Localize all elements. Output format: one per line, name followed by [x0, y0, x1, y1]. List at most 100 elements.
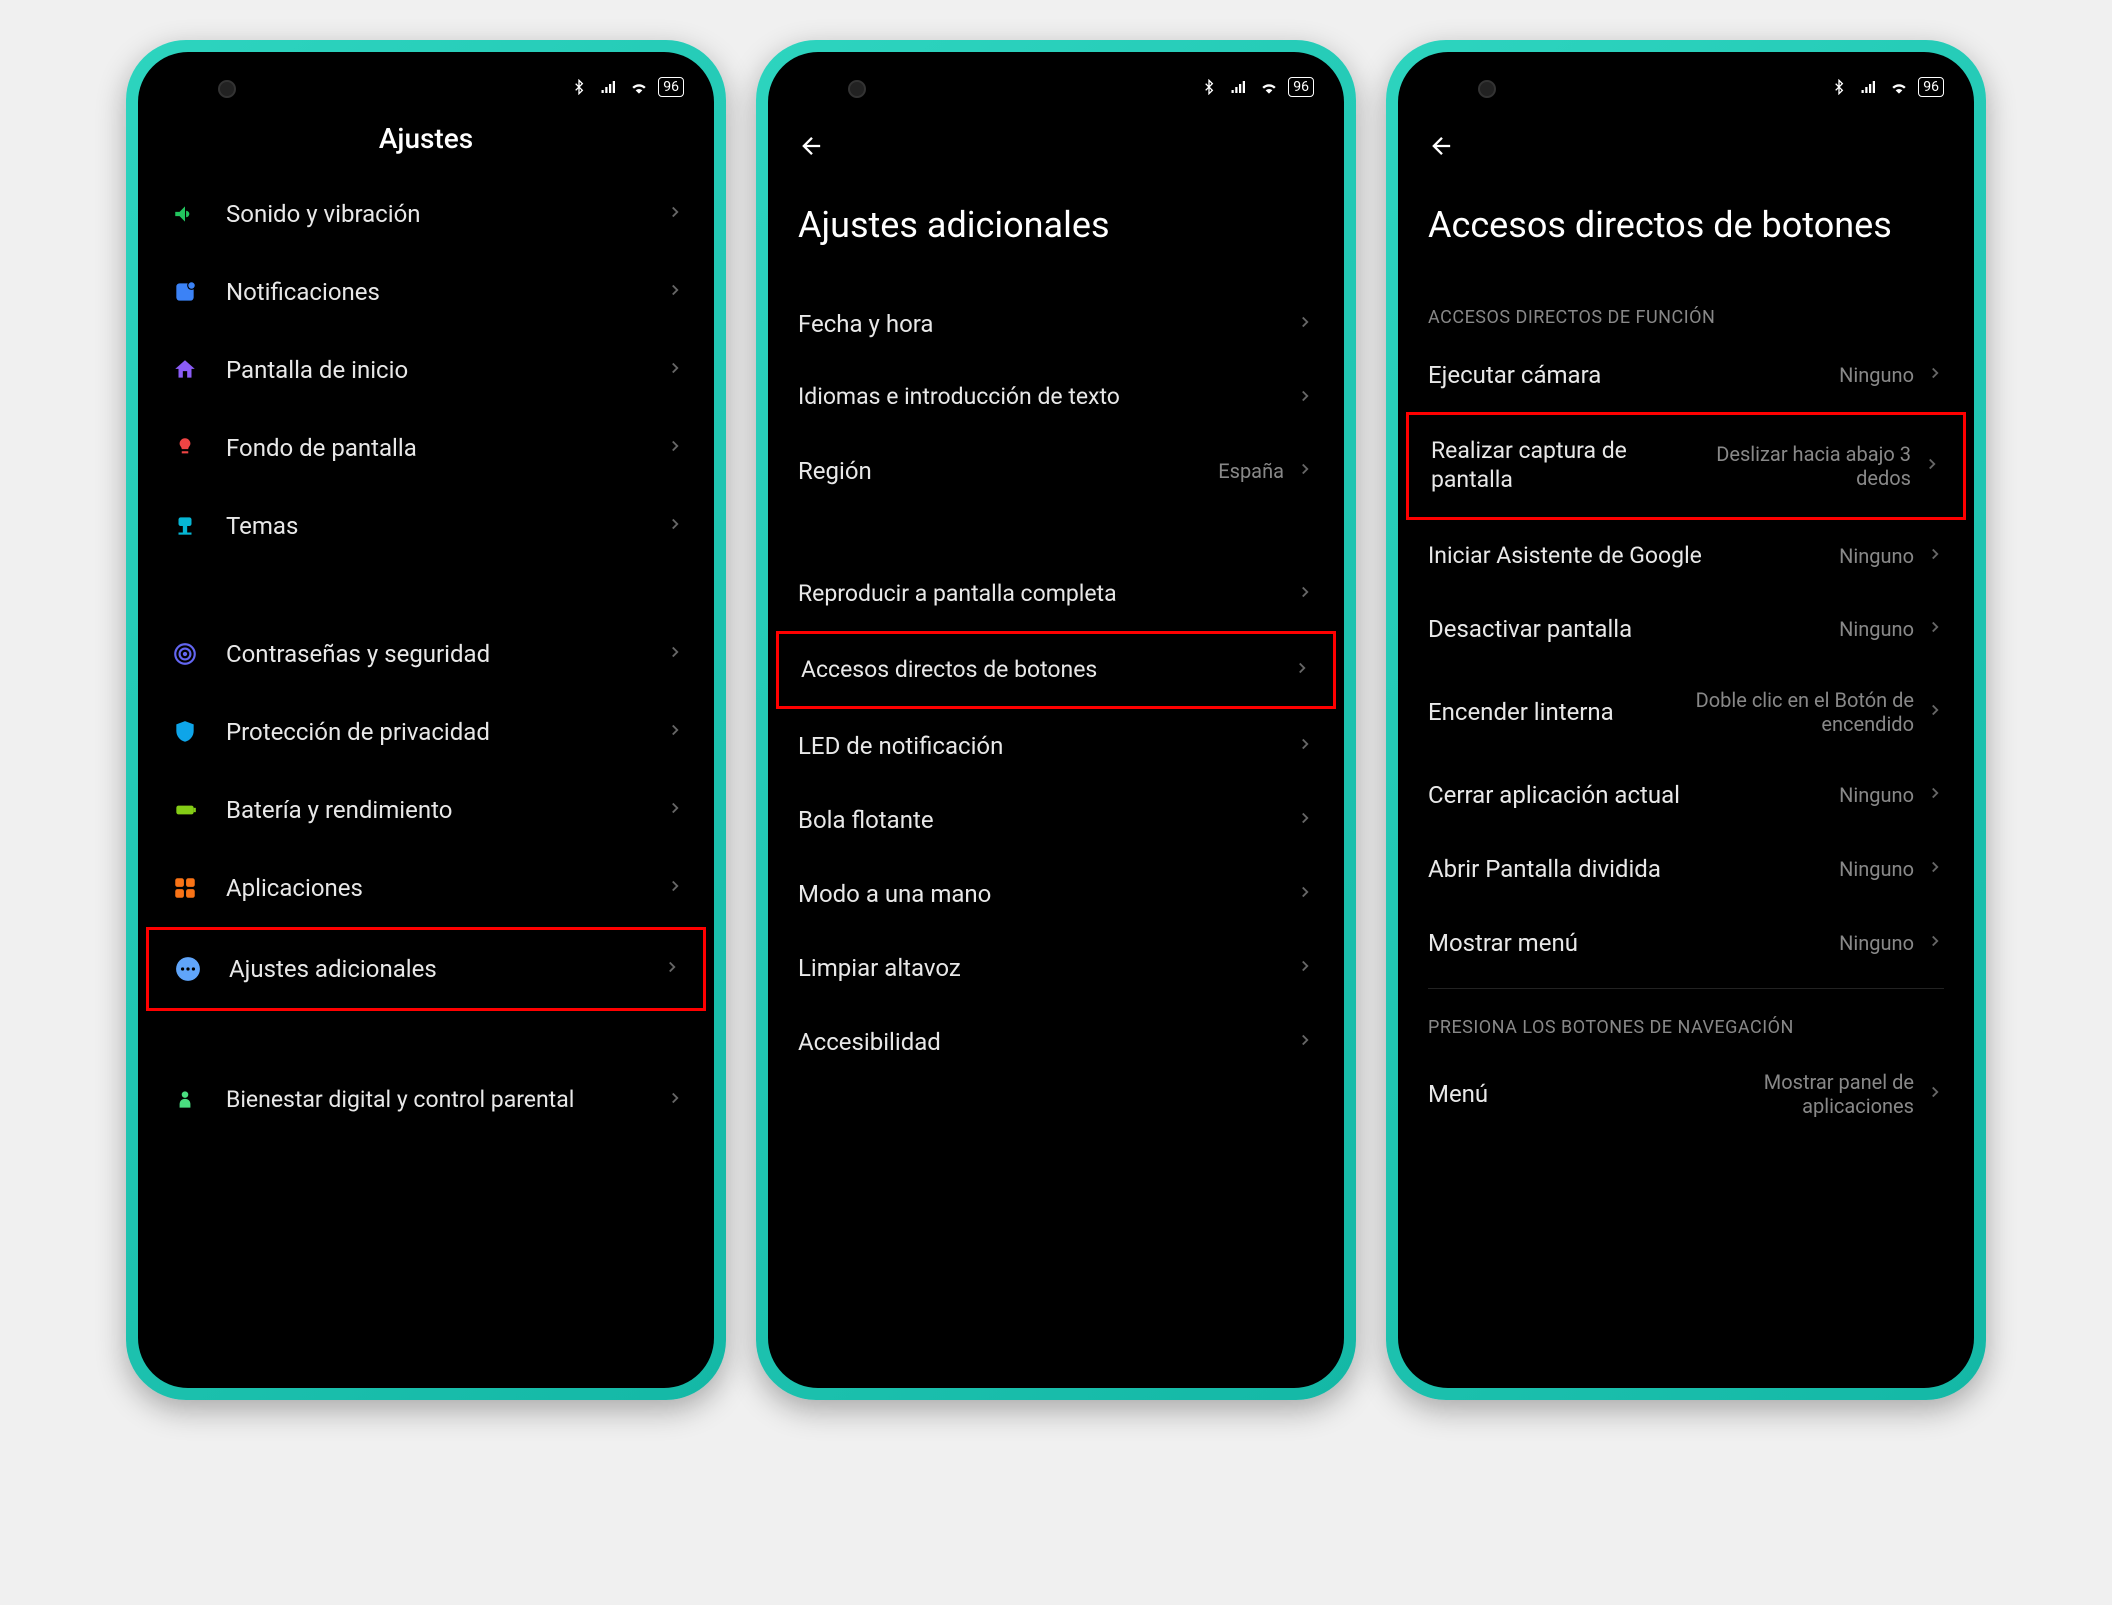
row-label: Accesibilidad: [798, 1027, 1284, 1057]
settings-row[interactable]: Idiomas e introducción de texto: [768, 361, 1344, 434]
row-label: Menú: [1428, 1079, 1694, 1109]
settings-row[interactable]: Fecha y hora: [768, 287, 1344, 361]
chevron-right-icon: [1926, 858, 1944, 880]
row-label: Encender linterna: [1428, 697, 1694, 727]
settings-row[interactable]: Región España: [768, 434, 1344, 508]
row-label: Limpiar altavoz: [798, 953, 1284, 983]
chevron-right-icon: [666, 877, 684, 899]
row-label: Protección de privacidad: [226, 717, 630, 747]
chevron-right-icon: [666, 799, 684, 821]
wellbeing-icon: [168, 1083, 202, 1117]
row-label: Contraseñas y seguridad: [226, 639, 630, 669]
button-shortcuts-list[interactable]: ACCESOS DIRECTOS DE FUNCIÓN Ejecutar cám…: [1398, 287, 1974, 1388]
settings-row[interactable]: Contraseñas y seguridad: [138, 615, 714, 693]
row-value: España: [1218, 459, 1284, 483]
row-value: Deslizar hacia abajo 3 dedos: [1691, 442, 1911, 490]
row-label: Notificaciones: [226, 277, 630, 307]
settings-row[interactable]: Accesos directos de botones: [776, 631, 1336, 710]
chevron-right-icon: [1296, 809, 1314, 831]
settings-row[interactable]: Cerrar aplicación actual Ninguno: [1398, 758, 1974, 832]
battery-icon: [168, 793, 202, 827]
back-button[interactable]: [1428, 132, 1456, 164]
settings-row[interactable]: Pantalla de inicio: [138, 331, 714, 409]
settings-row[interactable]: Desactivar pantalla Ninguno: [1398, 592, 1974, 666]
notif-icon: [168, 275, 202, 309]
row-label: Accesos directos de botones: [801, 656, 1281, 685]
settings-row[interactable]: Ejecutar cámara Ninguno: [1398, 338, 1974, 412]
settings-row[interactable]: Mostrar menú Ninguno: [1398, 906, 1974, 980]
settings-row[interactable]: Modo a una mano: [768, 857, 1344, 931]
row-label: Bola flotante: [798, 805, 1284, 835]
chevron-right-icon: [1296, 387, 1314, 409]
settings-row[interactable]: Ajustes adicionales: [146, 927, 706, 1011]
row-value: Ninguno: [1839, 857, 1914, 881]
row-label: Bienestar digital y control parental: [226, 1086, 630, 1115]
screen-2: 96 Ajustes adicionales Fecha y hora Idio…: [768, 52, 1344, 1388]
settings-row[interactable]: Abrir Pantalla dividida Ninguno: [1398, 832, 1974, 906]
row-value: Ninguno: [1839, 617, 1914, 641]
settings-row[interactable]: Temas: [138, 487, 714, 565]
settings-row[interactable]: Realizar captura de pantalla Deslizar ha…: [1406, 412, 1966, 520]
row-label: Sonido y vibración: [226, 199, 630, 229]
chevron-right-icon: [666, 359, 684, 381]
settings-row[interactable]: Notificaciones: [138, 253, 714, 331]
row-value: Ninguno: [1839, 931, 1914, 955]
battery-indicator: 96: [658, 77, 684, 97]
sound-icon: [168, 197, 202, 231]
chevron-right-icon: [1926, 784, 1944, 806]
row-label: Pantalla de inicio: [226, 355, 630, 385]
bluetooth-icon: [568, 76, 590, 98]
row-label: Región: [798, 456, 1218, 486]
settings-row[interactable]: Protección de privacidad: [138, 693, 714, 771]
home-icon: [168, 353, 202, 387]
settings-row[interactable]: Encender linterna Doble clic en el Botón…: [1398, 666, 1974, 758]
settings-row[interactable]: Sonido y vibración: [138, 175, 714, 253]
chevron-right-icon: [1296, 957, 1314, 979]
settings-row[interactable]: Bienestar digital y control parental: [138, 1061, 714, 1139]
page-title: Ajustes: [138, 112, 714, 175]
screen-3: 96 Accesos directos de botones ACCESOS D…: [1398, 52, 1974, 1388]
chevron-right-icon: [1296, 735, 1314, 757]
additional-settings-list[interactable]: Fecha y hora Idiomas e introducción de t…: [768, 287, 1344, 1388]
chevron-right-icon: [1296, 583, 1314, 605]
settings-row[interactable]: Reproducir a pantalla completa: [768, 558, 1344, 631]
row-value: Mostrar panel de aplicaciones: [1694, 1070, 1914, 1118]
settings-row[interactable]: Fondo de pantalla: [138, 409, 714, 487]
page-title: Ajustes adicionales: [768, 174, 1344, 287]
row-label: Abrir Pantalla dividida: [1428, 854, 1839, 884]
row-label: Ejecutar cámara: [1428, 360, 1839, 390]
row-label: Realizar captura de pantalla: [1431, 437, 1691, 495]
settings-row[interactable]: Accesibilidad: [768, 1005, 1344, 1079]
settings-row[interactable]: LED de notificación: [768, 709, 1344, 783]
settings-row[interactable]: Bola flotante: [768, 783, 1344, 857]
chevron-right-icon: [663, 958, 681, 980]
wifi-icon: [1258, 76, 1280, 98]
row-label: Cerrar aplicación actual: [1428, 780, 1839, 810]
apps-icon: [168, 871, 202, 905]
back-button[interactable]: [798, 132, 826, 164]
phone-mockup-3: 96 Accesos directos de botones ACCESOS D…: [1386, 40, 1986, 1400]
fingerprint-icon: [168, 637, 202, 671]
chevron-right-icon: [666, 515, 684, 537]
row-label: Batería y rendimiento: [226, 795, 630, 825]
header: [768, 112, 1344, 174]
row-label: Fecha y hora: [798, 309, 1284, 339]
chevron-right-icon: [666, 203, 684, 225]
settings-list[interactable]: Sonido y vibración Notificaciones Pantal…: [138, 175, 714, 1388]
front-camera: [218, 80, 236, 98]
battery-indicator: 96: [1288, 77, 1314, 97]
settings-row[interactable]: Menú Mostrar panel de aplicaciones: [1398, 1048, 1974, 1140]
settings-row[interactable]: Aplicaciones: [138, 849, 714, 927]
divider: [1428, 988, 1944, 989]
row-label: Ajustes adicionales: [229, 954, 627, 984]
chevron-right-icon: [1926, 701, 1944, 723]
page-title: Accesos directos de botones: [1398, 174, 1974, 287]
settings-row[interactable]: Limpiar altavoz: [768, 931, 1344, 1005]
chevron-right-icon: [1296, 883, 1314, 905]
wallpaper-icon: [168, 431, 202, 465]
settings-row[interactable]: Batería y rendimiento: [138, 771, 714, 849]
chevron-right-icon: [1293, 659, 1311, 681]
wifi-icon: [1888, 76, 1910, 98]
settings-row[interactable]: Iniciar Asistente de Google Ninguno: [1398, 520, 1974, 593]
chevron-right-icon: [1926, 364, 1944, 386]
